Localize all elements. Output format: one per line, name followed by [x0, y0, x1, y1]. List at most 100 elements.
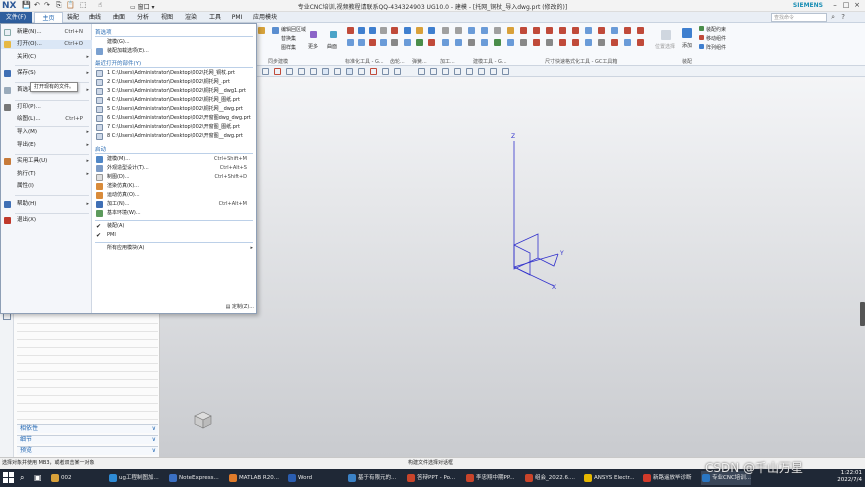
- tool-icon[interactable]: [559, 27, 566, 34]
- close-button[interactable]: ×: [852, 1, 862, 10]
- search-icon[interactable]: ⌕: [831, 13, 835, 22]
- taskbar-item[interactable]: ug工程制图加...: [108, 471, 159, 485]
- tool-icon[interactable]: [428, 39, 435, 46]
- tool-icon[interactable]: [611, 27, 618, 34]
- list-item[interactable]: [17, 373, 158, 380]
- tool-icon[interactable]: [468, 39, 475, 46]
- move-component-icon[interactable]: [699, 35, 704, 40]
- position-selector-label[interactable]: 位置选择: [655, 43, 675, 50]
- taskbar-item[interactable]: ANSYS Electr...: [583, 471, 635, 485]
- recent-file[interactable]: 5 C:\Users\Administrator\Desktop\002\铜托网…: [93, 105, 255, 114]
- toolbar-icon[interactable]: [370, 68, 377, 75]
- tool-icon[interactable]: [572, 39, 579, 46]
- move-face-icon[interactable]: [272, 27, 279, 34]
- toggle-assemblies[interactable]: ✔ 装配(A): [93, 222, 255, 231]
- toolbar-icon[interactable]: [382, 68, 389, 75]
- tool-icon[interactable]: [428, 27, 435, 34]
- tool-icon[interactable]: [598, 39, 605, 46]
- menu-item-help[interactable]: 帮助(H) ▸: [1, 200, 92, 209]
- tool-icon[interactable]: [455, 27, 462, 34]
- tab-home[interactable]: 主页: [34, 12, 63, 23]
- toolbar-icon[interactable]: [454, 68, 461, 75]
- taskbar-item[interactable]: Word: [287, 471, 312, 485]
- menu-item-execute[interactable]: 执行(T) ▸: [1, 170, 92, 179]
- toolbar-icon[interactable]: [322, 68, 329, 75]
- menu-item-import[interactable]: 导入(M) ▸: [1, 128, 92, 137]
- tool-icon[interactable]: [611, 39, 618, 46]
- pref-assembly-load[interactable]: 装配加载选项(E)...: [93, 47, 255, 56]
- windows-start-icon[interactable]: [3, 472, 14, 483]
- tool-icon[interactable]: [637, 27, 644, 34]
- tool-icon[interactable]: [520, 39, 527, 46]
- tab-assembly[interactable]: 装配: [63, 12, 83, 23]
- toolbar-icon[interactable]: [502, 68, 509, 75]
- tool-icon[interactable]: [494, 27, 501, 34]
- launch-gateway[interactable]: 基本环境(W)...: [93, 209, 255, 218]
- menu-item-export[interactable]: 导出(E) ▸: [1, 141, 92, 150]
- ribbon-item[interactable]: 编辑回区域: [281, 26, 306, 33]
- tool-icon[interactable]: [507, 39, 514, 46]
- ribbon-item[interactable]: 替换集: [281, 35, 296, 42]
- tool-icon[interactable]: [533, 39, 540, 46]
- ribbon-surface[interactable]: 曲面: [327, 43, 337, 50]
- toolbar-icon[interactable]: [430, 68, 437, 75]
- toolbar-icon[interactable]: [490, 68, 497, 75]
- tool-icon[interactable]: [624, 39, 631, 46]
- tool-icon[interactable]: [347, 39, 354, 46]
- launch-render-sim[interactable]: 渲染仿真(K)...: [93, 182, 255, 191]
- accordion-details[interactable]: 细节 ∨: [17, 435, 158, 444]
- list-item[interactable]: [17, 325, 158, 332]
- side-scroll-handle[interactable]: [860, 302, 865, 326]
- minimize-button[interactable]: –: [830, 1, 840, 10]
- tool-icon[interactable]: [624, 27, 631, 34]
- file-menu-tab[interactable]: 文件(F): [0, 12, 32, 23]
- tab-applications[interactable]: 应用模块: [250, 12, 280, 23]
- assembly-constraint-icon[interactable]: [699, 26, 704, 31]
- recent-file[interactable]: 1 C:\Users\Administrator\Desktop\002\托网_…: [93, 69, 255, 78]
- ribbon-item[interactable]: 图样集: [281, 44, 296, 51]
- tool-icon[interactable]: [598, 27, 605, 34]
- toolbar-icon[interactable]: [334, 68, 341, 75]
- recent-file[interactable]: 2 C:\Users\Administrator\Desktop\002\铜托网…: [93, 78, 255, 87]
- tab-tools[interactable]: 工具: [205, 12, 225, 23]
- tool-icon[interactable]: [533, 27, 540, 34]
- task-view-icon[interactable]: ▣: [34, 473, 42, 482]
- move-component-label[interactable]: 移动组件: [706, 35, 726, 42]
- tool-icon[interactable]: [369, 39, 376, 46]
- launch-shape-studio[interactable]: 外观造型设计(T)... Ctrl+Alt+S: [93, 164, 255, 173]
- tool-icon[interactable]: [347, 27, 354, 34]
- taskbar-item[interactable]: 组会_2022.6....: [524, 471, 575, 485]
- tool-icon[interactable]: [369, 27, 376, 34]
- tool-icon[interactable]: [520, 27, 527, 34]
- more-icon[interactable]: [310, 31, 317, 38]
- toolbar-icon[interactable]: [262, 68, 269, 75]
- list-item[interactable]: [17, 381, 158, 388]
- tool-icon[interactable]: [442, 39, 449, 46]
- launch-manufacturing[interactable]: 加工(N)... Ctrl+Alt+M: [93, 200, 255, 209]
- tool-icon[interactable]: [416, 27, 423, 34]
- tool-icon[interactable]: [546, 27, 553, 34]
- launch-motion-sim[interactable]: 运动仿真(O)...: [93, 191, 255, 200]
- toolbar-icon[interactable]: [394, 68, 401, 75]
- taskbar-item[interactable]: 新路遥放毕诊断: [642, 471, 692, 485]
- list-item[interactable]: [17, 389, 158, 396]
- pattern-component-icon[interactable]: [699, 44, 704, 49]
- delete-face-icon[interactable]: [258, 27, 265, 34]
- taskbar-item[interactable]: 李忠翔中期PP...: [465, 471, 515, 485]
- tool-icon[interactable]: [507, 27, 514, 34]
- recent-file[interactable]: 8 C:\Users\Administrator\Desktop\002\开窗图…: [93, 132, 255, 141]
- menu-item-open[interactable]: 打开(O)... Ctrl+O: [1, 40, 92, 49]
- tool-icon[interactable]: [358, 27, 365, 34]
- menu-item-print[interactable]: 打印(P)...: [1, 103, 92, 112]
- recent-file[interactable]: 6 C:\Users\Administrator\Desktop\002\开窗图…: [93, 114, 255, 123]
- ribbon-more[interactable]: 更多: [308, 43, 318, 50]
- list-item[interactable]: [17, 397, 158, 404]
- launch-drafting[interactable]: 制图(D)... Ctrl+Shift+D: [93, 173, 255, 182]
- position-selector-icon[interactable]: [661, 30, 671, 40]
- tool-icon[interactable]: [481, 27, 488, 34]
- list-item[interactable]: [17, 365, 158, 372]
- toolbar-icon[interactable]: [418, 68, 425, 75]
- tool-icon[interactable]: [442, 27, 449, 34]
- list-item[interactable]: [17, 333, 158, 340]
- tool-icon[interactable]: [546, 39, 553, 46]
